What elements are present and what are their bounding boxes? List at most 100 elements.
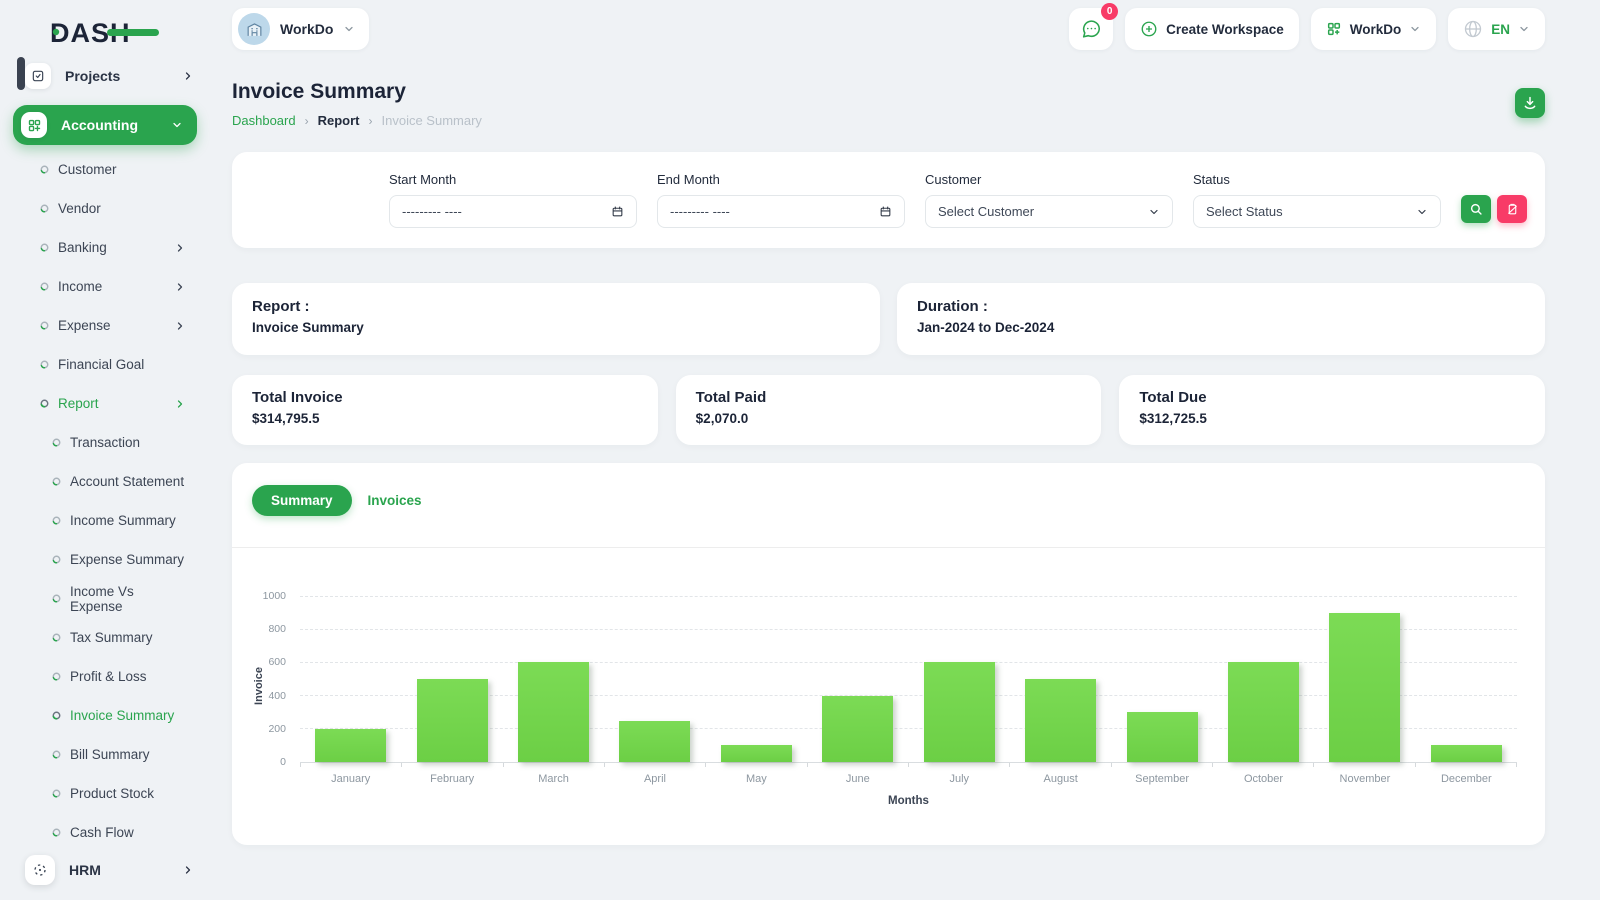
end-month-placeholder: --------- ---- [670, 204, 730, 219]
customer-field: Customer Select Customer [925, 172, 1173, 228]
end-month-input[interactable]: --------- ---- [657, 195, 905, 228]
bar-april [619, 720, 691, 762]
y-tick-label: 800 [268, 623, 286, 636]
bullet-icon [40, 282, 49, 291]
totals-row: Total Invoice $314,795.5 Total Paid $2,0… [232, 375, 1546, 445]
sidebar-item-tax-summary[interactable]: Tax Summary [0, 618, 210, 657]
x-axis-tick [605, 763, 707, 767]
sidebar-item-cash-flow[interactable]: Cash Flow [0, 813, 210, 852]
app-logo[interactable]: DASH [0, 0, 210, 54]
bar-slot [706, 597, 807, 762]
chevron-down-icon [1520, 26, 1528, 32]
bar-slot [1314, 597, 1415, 762]
workspace-selector[interactable]: WorkDo [232, 8, 370, 50]
chevron-right-icon [182, 70, 194, 82]
tab-invoices[interactable]: Invoices [366, 485, 424, 516]
sidebar-item-income-vs-expense[interactable]: Income Vs Expense [0, 579, 210, 618]
sidebar-item-product-stock[interactable]: Product Stock [0, 774, 210, 813]
x-axis-tick [808, 763, 909, 767]
sidebar-scrollbar-thumb[interactable] [17, 57, 25, 90]
y-tick-label: 200 [268, 722, 286, 735]
bar-may [720, 745, 792, 762]
chevron-down-icon [171, 119, 183, 131]
chevron-right-icon [174, 320, 186, 332]
reset-filter-button[interactable] [1497, 195, 1527, 223]
total-paid-card: Total Paid $2,070.0 [675, 375, 1102, 445]
sidebar-item-label: Income Summary [70, 513, 176, 528]
sidebar-item-income-summary[interactable]: Income Summary [0, 501, 210, 540]
x-tick-label: January [331, 773, 371, 785]
sidebar-item-expense-summary[interactable]: Expense Summary [0, 540, 210, 579]
sidebar-item-label: Income [58, 279, 103, 294]
sidebar-item-transaction[interactable]: Transaction [0, 423, 210, 462]
sidebar-item-profit-loss[interactable]: Profit & Loss [0, 657, 210, 696]
status-select[interactable]: Select Status [1193, 195, 1441, 228]
sidebar-item-financial-goal[interactable]: Financial Goal [0, 345, 210, 384]
language-label: EN [1491, 21, 1510, 37]
sidebar-item-invoice-summary[interactable]: Invoice Summary [0, 696, 210, 735]
x-axis-labels: January February March April May June July Augu… [300, 773, 1517, 785]
invoice-bar-chart: Invoice 0 200 400 600 800 1000 January Februar… [252, 590, 1517, 807]
sidebar: DASH Projects Accounting Customer Vendor Ban… [0, 0, 210, 900]
y-tick-label: 600 [268, 656, 286, 669]
sidebar-item-vendor[interactable]: Vendor [0, 189, 210, 228]
sidebar-item-banking[interactable]: Banking [0, 228, 210, 267]
x-axis-tick [1010, 763, 1112, 767]
end-month-field: End Month --------- ---- [657, 172, 905, 228]
sidebar-item-accounting[interactable]: Accounting [13, 105, 197, 145]
sidebar-item-label: HRM [69, 862, 101, 878]
sidebar-item-income[interactable]: Income [0, 267, 210, 306]
apply-filter-button[interactable] [1461, 195, 1491, 223]
sidebar-item-expense[interactable]: Expense [0, 306, 210, 345]
messages-button[interactable]: 0 [1069, 3, 1119, 50]
sidebar-item-account-statement[interactable]: Account Statement [0, 462, 210, 501]
sidebar-item-label: Report [58, 396, 99, 411]
x-axis-title: Months [888, 795, 929, 807]
breadcrumb-dashboard[interactable]: Dashboard [232, 113, 296, 128]
breadcrumb-report[interactable]: Report [318, 113, 360, 128]
workspace-switcher[interactable]: WorkDo [1310, 8, 1437, 50]
bullet-icon [52, 672, 61, 681]
sidebar-item-bill-summary[interactable]: Bill Summary [0, 735, 210, 774]
plus-circle-icon [1141, 21, 1157, 37]
x-axis-tick [1213, 763, 1315, 767]
sidebar-item-label: Tax Summary [70, 630, 153, 645]
sidebar-item-label: Account Statement [70, 474, 185, 489]
x-axis-tick [402, 763, 504, 767]
tab-summary[interactable]: Summary [252, 485, 352, 516]
calendar-icon[interactable] [611, 205, 624, 218]
download-button[interactable] [1515, 88, 1545, 118]
create-workspace-button[interactable]: Create Workspace [1125, 8, 1299, 50]
sidebar-item-report[interactable]: Report [0, 384, 210, 423]
y-axis: 0 200 400 600 800 1000 [254, 590, 294, 768]
y-tick-label: 1000 [262, 590, 286, 602]
x-axis-tick [504, 763, 605, 767]
sidebar-item-label: Transaction [70, 435, 141, 450]
globe-icon [1465, 20, 1482, 38]
page-title-block: Invoice Summary Dashboard Report Invoice… [232, 80, 482, 128]
language-selector[interactable]: EN [1448, 8, 1545, 50]
start-month-input[interactable]: --------- ---- [389, 195, 637, 228]
x-tick-label: July [949, 773, 970, 785]
sidebar-menu: Projects Accounting Customer Vendor Banking I… [0, 54, 210, 852]
duration-value: Jan-2024 to Dec-2024 [917, 320, 1055, 335]
sidebar-item-customer[interactable]: Customer [0, 150, 210, 189]
report-info-row: Report : Invoice Summary Duration : Jan-… [232, 283, 1545, 355]
sidebar-item-projects[interactable]: Projects [0, 54, 210, 98]
start-month-placeholder: --------- ---- [402, 204, 462, 219]
grid-plus-icon [1327, 22, 1340, 36]
calendar-icon[interactable] [879, 205, 892, 218]
bullet-icon [40, 321, 49, 330]
x-tick-label: November [1339, 773, 1391, 785]
page-title: Invoice Summary [232, 80, 406, 103]
customer-select[interactable]: Select Customer [925, 195, 1173, 228]
report-info-card: Report : Invoice Summary [232, 283, 880, 355]
x-axis-tick [300, 763, 403, 767]
status-label: Status [1193, 172, 1230, 187]
chevron-right-icon [174, 242, 186, 254]
sidebar-bottom-menu: HRM [0, 848, 210, 892]
hub-icon [25, 855, 55, 885]
sidebar-item-hrm[interactable]: HRM [0, 848, 210, 892]
dash-logo-icon: DASH [50, 18, 159, 48]
bullet-icon [52, 750, 61, 759]
